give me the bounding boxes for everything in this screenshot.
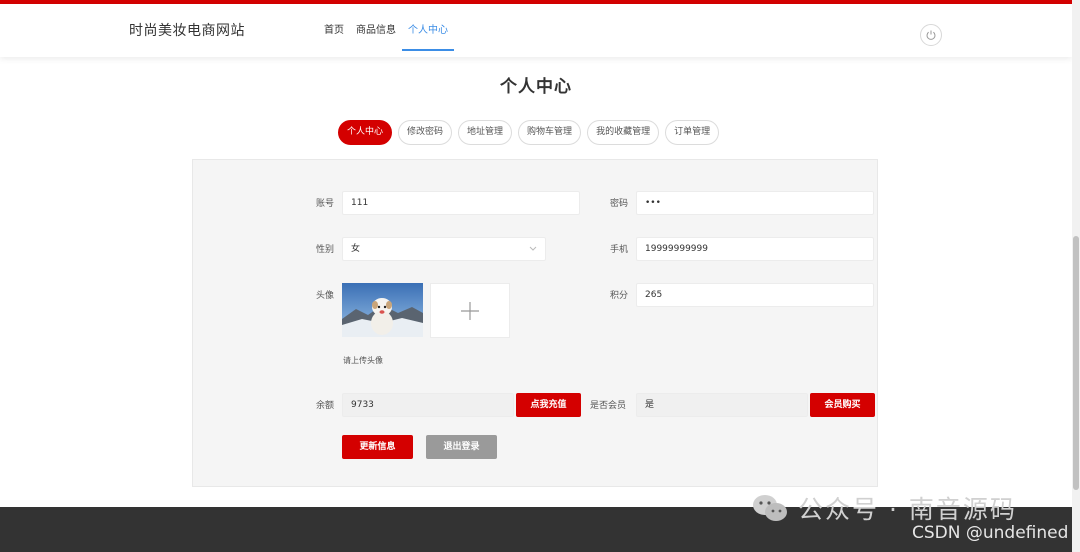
buy-membership-button[interactable]: 会员购买 bbox=[810, 393, 875, 417]
balance-label: 余额 bbox=[316, 401, 335, 411]
tab-profile[interactable]: 个人中心 bbox=[338, 120, 393, 145]
watermark-wechat: 公众号 · 南音源码 bbox=[752, 490, 1017, 526]
tab-change-password[interactable]: 修改密码 bbox=[398, 120, 453, 145]
avatar-image[interactable] bbox=[342, 283, 423, 337]
wechat-icon bbox=[753, 495, 787, 521]
balance-input: 9733 bbox=[342, 393, 514, 417]
update-info-button[interactable]: 更新信息 bbox=[342, 435, 413, 459]
plus-icon bbox=[461, 301, 479, 320]
site-brand[interactable]: 时尚美妆电商网站 bbox=[129, 20, 245, 40]
points-label: 积分 bbox=[610, 291, 629, 301]
scrollbar-thumb[interactable] bbox=[1073, 236, 1079, 490]
gender-value: 女 bbox=[351, 244, 361, 254]
gender-select[interactable]: 女 bbox=[342, 237, 546, 261]
nav-products[interactable]: 商品信息 bbox=[350, 4, 402, 57]
avatar-upload-button[interactable] bbox=[430, 283, 510, 338]
points-input[interactable]: 265 bbox=[636, 283, 874, 307]
watermark-text: 公众号 · 南音源码 bbox=[798, 495, 1017, 524]
phone-label: 手机 bbox=[610, 245, 629, 255]
tab-favorites[interactable]: 我的收藏管理 bbox=[587, 120, 660, 145]
recharge-button[interactable]: 点我充值 bbox=[516, 393, 581, 417]
avatar-label: 头像 bbox=[316, 291, 335, 301]
avatar-upload-hint: 请上传头像 bbox=[343, 356, 383, 365]
tab-cart[interactable]: 购物车管理 bbox=[518, 120, 582, 145]
account-input[interactable]: 111 bbox=[342, 191, 580, 215]
nav-profile[interactable]: 个人中心 bbox=[402, 4, 454, 57]
main-nav: 首页 商品信息 个人中心 bbox=[318, 4, 454, 57]
page-scrollbar[interactable] bbox=[1072, 0, 1080, 552]
member-status-input: 是 bbox=[636, 393, 808, 417]
nav-home[interactable]: 首页 bbox=[318, 4, 350, 57]
profile-tabs: 个人中心 修改密码 地址管理 购物车管理 我的收藏管理 订单管理 bbox=[338, 120, 725, 145]
watermark-csdn: CSDN @undefined bbox=[912, 523, 1069, 543]
password-label: 密码 bbox=[610, 199, 629, 209]
tab-orders[interactable]: 订单管理 bbox=[665, 120, 720, 145]
account-label: 账号 bbox=[316, 199, 335, 209]
member-label: 是否会员 bbox=[590, 401, 627, 411]
tab-address[interactable]: 地址管理 bbox=[458, 120, 513, 145]
password-input[interactable]: ••• bbox=[636, 191, 874, 215]
page-title: 个人中心 bbox=[500, 77, 572, 97]
site-header: 时尚美妆电商网站 首页 商品信息 个人中心 bbox=[0, 4, 1072, 57]
logout-button[interactable]: 退出登录 bbox=[426, 435, 497, 459]
phone-input[interactable]: 19999999999 bbox=[636, 237, 874, 261]
gender-label: 性别 bbox=[316, 245, 335, 255]
power-icon[interactable] bbox=[920, 24, 942, 46]
chevron-down-icon bbox=[529, 246, 537, 251]
